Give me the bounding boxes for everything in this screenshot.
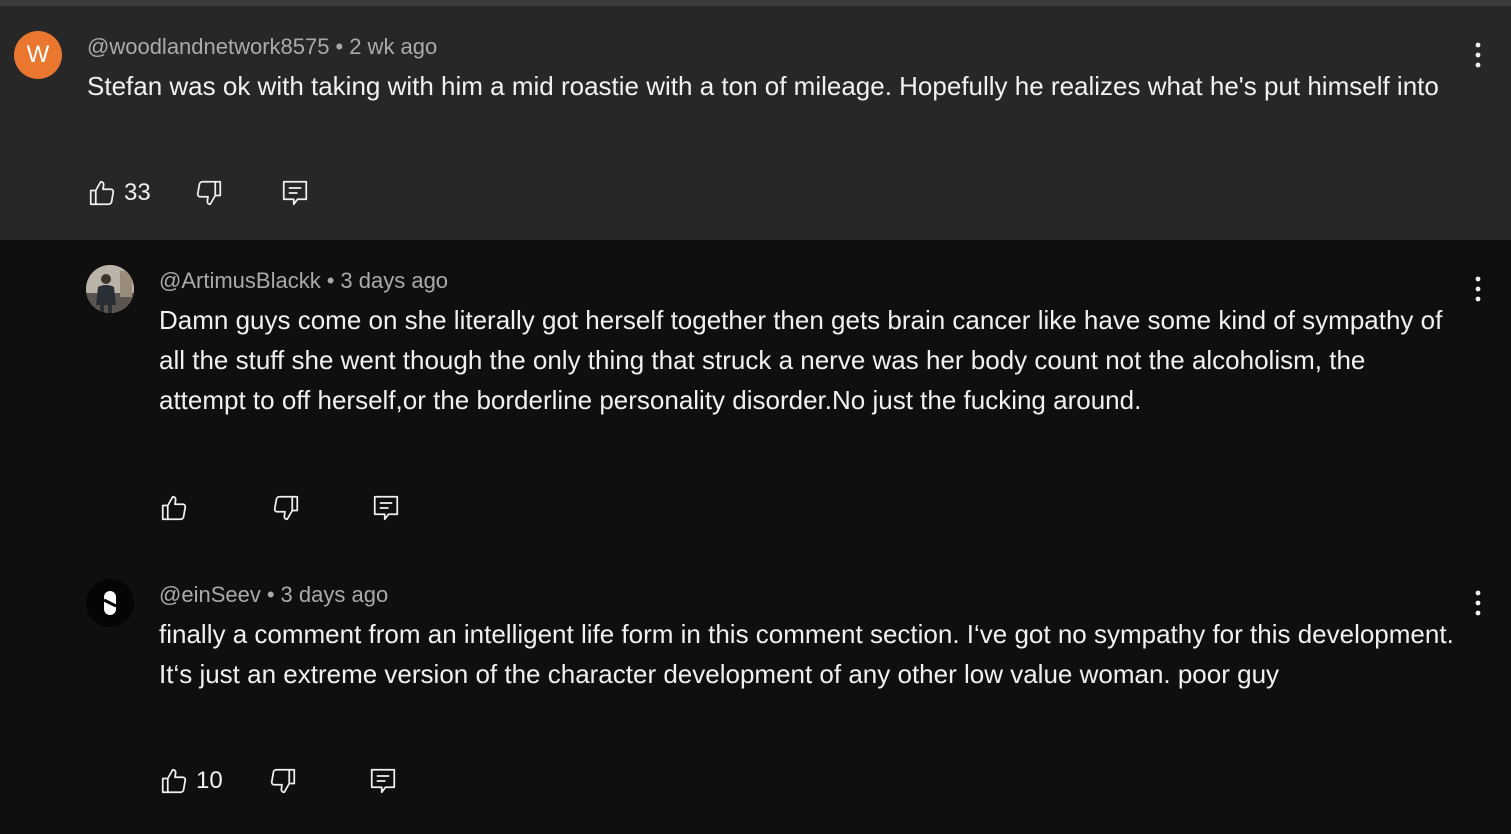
comment-actions: 10 xyxy=(158,763,399,799)
reply-icon[interactable] xyxy=(370,492,402,524)
meta-separator: • xyxy=(335,34,344,59)
more-vert-icon[interactable] xyxy=(1466,586,1490,620)
comment-actions: 33 xyxy=(86,175,311,211)
comment-author[interactable]: @ArtimusBlackk xyxy=(159,268,321,293)
comment-text: Damn guys come on she literally got hers… xyxy=(159,305,1443,415)
thumb-up-icon[interactable] xyxy=(158,765,190,797)
comment-author[interactable]: @woodlandnetwork8575 xyxy=(87,34,330,59)
avatar[interactable]: W xyxy=(14,31,62,79)
avatar-letter: W xyxy=(26,41,50,68)
thumb-down-icon[interactable] xyxy=(193,177,225,209)
comment-author[interactable]: @einSeev xyxy=(159,582,261,607)
meta-separator: • xyxy=(326,268,335,293)
like-count: 33 xyxy=(124,179,151,206)
more-vert-icon[interactable] xyxy=(1466,38,1490,72)
reply-icon[interactable] xyxy=(367,765,399,797)
like-count: 10 xyxy=(196,767,223,794)
comment-time[interactable]: 2 wk ago xyxy=(349,34,437,59)
thumb-up-icon[interactable] xyxy=(86,177,118,209)
comment-actions xyxy=(158,490,402,526)
more-vert-icon[interactable] xyxy=(1466,272,1490,306)
comment-time[interactable]: 3 days ago xyxy=(281,582,389,607)
comment-meta: @ArtimusBlackk • 3 days ago xyxy=(159,266,1459,296)
comment-meta: @einSeev • 3 days ago xyxy=(159,580,1459,610)
reply-icon[interactable] xyxy=(279,177,311,209)
profile-photo-icon xyxy=(86,265,134,313)
meta-separator: • xyxy=(266,582,275,607)
comment-time[interactable]: 3 days ago xyxy=(340,268,448,293)
comment-text: finally a comment from an intelligent li… xyxy=(159,619,1454,689)
avatar[interactable] xyxy=(86,265,134,313)
avatar[interactable] xyxy=(86,579,134,627)
thumb-up-icon[interactable] xyxy=(158,492,190,524)
s-logo-icon xyxy=(86,579,134,627)
comment-meta: @woodlandnetwork8575 • 2 wk ago xyxy=(87,32,1457,62)
thumb-down-icon[interactable] xyxy=(267,765,299,797)
comment-text: Stefan was ok with taking with him a mid… xyxy=(87,71,1439,101)
thumb-down-icon[interactable] xyxy=(270,492,302,524)
